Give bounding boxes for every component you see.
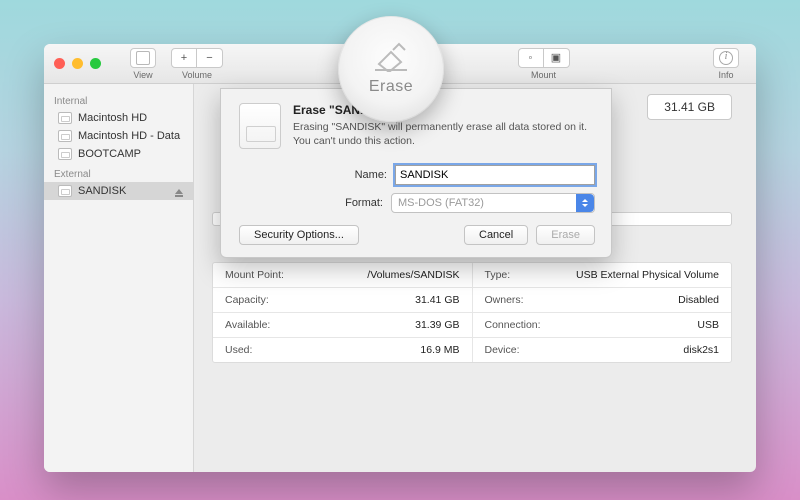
- info-value: USB External Physical Volume: [576, 269, 719, 281]
- sidebar-item-label: Macintosh HD - Data: [78, 130, 180, 142]
- close-window-button[interactable]: [54, 58, 65, 69]
- volume-remove-button[interactable]: −: [197, 48, 223, 68]
- table-row: Used: 16.9 MB Device: disk2s1: [213, 338, 731, 362]
- toolbar-view[interactable]: View: [123, 48, 163, 80]
- sidebar-item-label: Macintosh HD: [78, 112, 147, 124]
- name-label: Name:: [331, 169, 387, 181]
- info-value: Disabled: [678, 294, 719, 306]
- table-row: Mount Point: /Volumes/SANDISK Type: USB Ex…: [213, 263, 731, 288]
- erase-bubble-label: Erase: [369, 78, 413, 96]
- info-key: Available:: [225, 319, 270, 331]
- name-input[interactable]: [395, 165, 595, 185]
- toolbar-info[interactable]: Info: [706, 48, 746, 80]
- sidebar-item-macintosh-hd-data[interactable]: Macintosh HD - Data: [44, 127, 193, 145]
- sheet-description: Erasing "SANDISK" will permanently erase…: [293, 120, 595, 148]
- info-icon: [719, 51, 733, 65]
- disk-icon: [58, 148, 72, 160]
- erase-highlight-bubble: Erase: [338, 16, 444, 122]
- erase-button[interactable]: Erase: [536, 225, 595, 245]
- format-select[interactable]: MS-DOS (FAT32): [391, 193, 595, 213]
- info-value: 31.39 GB: [415, 319, 459, 331]
- info-value: disk2s1: [683, 344, 719, 356]
- info-key: Type:: [485, 269, 511, 281]
- info-key: Capacity:: [225, 294, 269, 306]
- info-value: USB: [697, 319, 719, 331]
- external-disk-icon: [58, 185, 72, 197]
- toolbar-volume-label: Volume: [182, 70, 212, 80]
- format-label: Format:: [327, 197, 383, 209]
- window-controls: [54, 58, 101, 69]
- minimize-window-button[interactable]: [72, 58, 83, 69]
- sidebar-item-bootcamp[interactable]: BOOTCAMP: [44, 145, 193, 163]
- info-table: Mount Point: /Volumes/SANDISK Type: USB Ex…: [212, 262, 732, 363]
- info-key: Used:: [225, 344, 252, 356]
- disk-icon: [58, 130, 72, 142]
- table-row: Available: 31.39 GB Connection: USB: [213, 313, 731, 338]
- volume-icon: [239, 103, 281, 149]
- sidebar-item-macintosh-hd[interactable]: Macintosh HD: [44, 109, 193, 127]
- info-key: Owners:: [485, 294, 524, 306]
- volume-add-button[interactable]: +: [171, 48, 197, 68]
- toolbar-mount-label: Mount: [531, 70, 556, 80]
- toolbar-view-label: View: [133, 70, 152, 80]
- zoom-window-button[interactable]: [90, 58, 101, 69]
- info-key: Mount Point:: [225, 269, 284, 281]
- eject-icon[interactable]: [175, 189, 183, 194]
- sidebar-external-header: External: [44, 163, 193, 182]
- format-select-value: MS-DOS (FAT32): [398, 197, 484, 209]
- sidebar-item-label: BOOTCAMP: [78, 148, 141, 160]
- sidebar-item-label: SANDISK: [78, 185, 126, 197]
- table-row: Capacity: 31.41 GB Owners: Disabled: [213, 288, 731, 313]
- toolbar-mount[interactable]: ◦ ▣ Mount: [518, 48, 570, 80]
- cancel-button[interactable]: Cancel: [464, 225, 528, 245]
- sidebar-icon: [136, 51, 150, 65]
- capacity-button[interactable]: 31.41 GB: [647, 94, 732, 120]
- sidebar-internal-header: Internal: [44, 90, 193, 109]
- security-options-button[interactable]: Security Options...: [239, 225, 359, 245]
- sidebar-item-sandisk[interactable]: SANDISK: [44, 182, 193, 200]
- info-key: Device:: [485, 344, 520, 356]
- info-key: Connection:: [485, 319, 541, 331]
- info-value: 16.9 MB: [420, 344, 459, 356]
- sheet-title: Erase "SANDISK"?: [293, 103, 595, 117]
- disk-icon: [58, 112, 72, 124]
- toolbar-info-label: Info: [718, 70, 733, 80]
- info-value: 31.41 GB: [415, 294, 459, 306]
- chevron-updown-icon: [576, 194, 594, 212]
- info-value: /Volumes/SANDISK: [367, 269, 459, 281]
- erase-icon: [373, 42, 409, 72]
- toolbar-volume[interactable]: + − Volume: [171, 48, 223, 80]
- sidebar: Internal Macintosh HD Macintosh HD - Dat…: [44, 84, 194, 472]
